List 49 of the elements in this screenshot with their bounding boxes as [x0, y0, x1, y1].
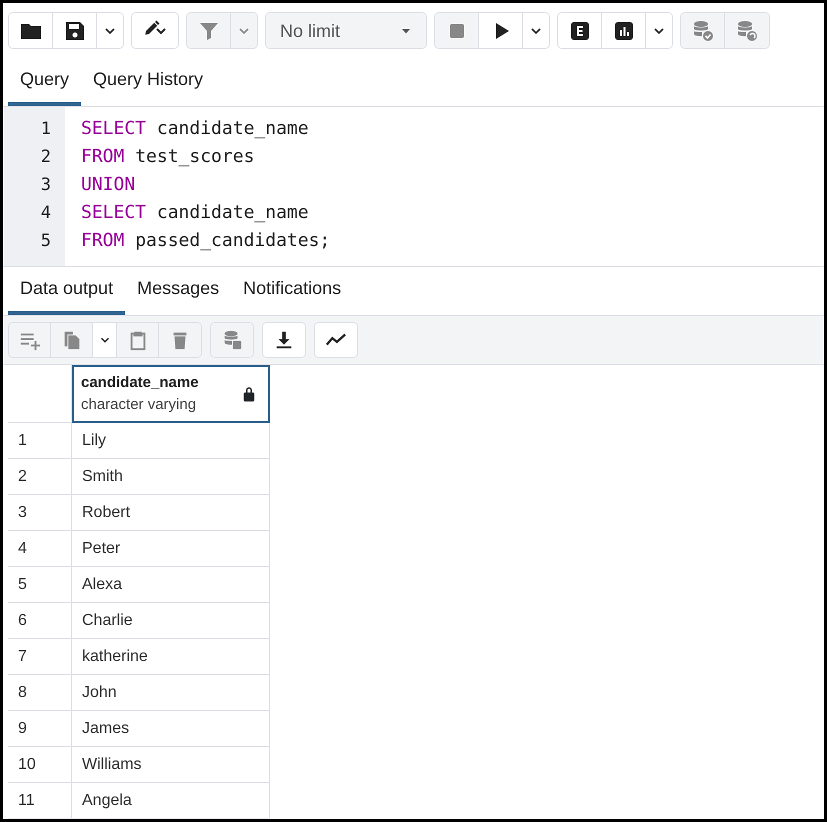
explain-analyze-button[interactable]: [602, 13, 646, 48]
execute-button[interactable]: [479, 13, 523, 48]
code-line: SELECT candidate_name: [81, 116, 310, 141]
row-number: 1: [8, 423, 72, 459]
column-type: character varying: [81, 395, 198, 415]
table-cell: Robert: [72, 495, 270, 531]
code-line: FROM test_scores: [81, 144, 256, 169]
code-line: FROM passed_candidates;: [81, 228, 330, 253]
row-number: 8: [8, 675, 72, 711]
row-number: 5: [8, 567, 72, 603]
tab[interactable]: Notifications: [231, 267, 354, 315]
table-cell: Alexa: [72, 567, 270, 603]
execute-options-button[interactable]: [523, 13, 549, 48]
table-cell: Charlie: [72, 603, 270, 639]
save-button[interactable]: [53, 13, 97, 48]
row-number: 4: [8, 531, 72, 567]
line-number: 5: [40, 230, 51, 251]
tab[interactable]: Messages: [125, 267, 232, 315]
line-number: 1: [40, 118, 51, 139]
row-number: 10: [8, 747, 72, 783]
row-number: 9: [8, 711, 72, 747]
line-number: 3: [40, 174, 51, 195]
row-number: 11: [8, 783, 72, 819]
line-number: 2: [40, 146, 51, 167]
row-number: 2: [8, 459, 72, 495]
table-cell: Smith: [72, 459, 270, 495]
row-limit-select[interactable]: No limit: [266, 13, 426, 48]
row-number: 3: [8, 495, 72, 531]
code-line: UNION: [81, 172, 136, 197]
row-number: 6: [8, 603, 72, 639]
column-header[interactable]: candidate_name character varying: [72, 365, 270, 423]
save-options-button[interactable]: [97, 13, 123, 48]
code-line: SELECT candidate_name: [81, 200, 310, 225]
table-cell: Angela: [72, 783, 270, 819]
table-cell: John: [72, 675, 270, 711]
row-number: 7: [8, 639, 72, 675]
open-file-button[interactable]: [9, 13, 53, 48]
explain-button[interactable]: [558, 13, 602, 48]
row-limit-value: No limit: [280, 20, 340, 42]
explain-options-button[interactable]: [646, 13, 672, 48]
tab[interactable]: Query History: [81, 58, 216, 106]
table-cell: Lily: [72, 423, 270, 459]
table-cell: katherine: [72, 639, 270, 675]
table-cell: Williams: [72, 747, 270, 783]
column-name: candidate_name: [81, 372, 199, 392]
database-undo-icon: [735, 19, 759, 43]
table-cell: Peter: [72, 531, 270, 567]
line-number: 4: [40, 202, 51, 223]
table-cell: James: [72, 711, 270, 747]
